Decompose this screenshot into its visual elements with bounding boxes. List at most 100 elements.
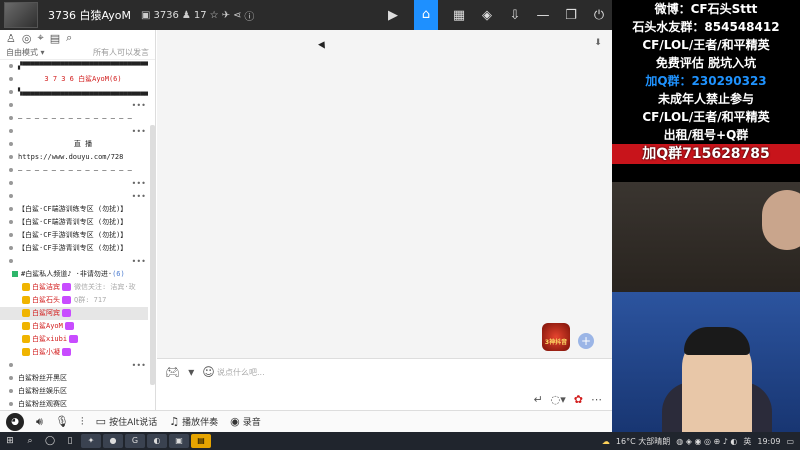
plane-icon[interactable]: ✈ bbox=[222, 10, 230, 21]
user-row[interactable]: 白鲨xiubi bbox=[0, 333, 148, 346]
streamer-hair bbox=[684, 327, 750, 355]
ime-icon[interactable]: 英 bbox=[743, 436, 751, 447]
room-avatar[interactable] bbox=[4, 2, 38, 28]
channel-row[interactable]: 【白鲨·CF手游青训专区 (勿扰)】 bbox=[0, 242, 148, 255]
accompaniment-button[interactable]: ♫ 播放伴奏 bbox=[169, 415, 218, 428]
user-row[interactable]: 白鲨AyoM bbox=[0, 320, 148, 333]
channel-row[interactable]: 直 播 bbox=[0, 138, 148, 151]
fan-channel-row[interactable]: 白鲨粉丝观赛区 bbox=[0, 398, 148, 410]
mic-button[interactable]: 🎙︎ bbox=[55, 415, 69, 428]
share-icon[interactable]: ⋖ bbox=[233, 10, 241, 21]
gamepad-icon[interactable]: 🎮︎ bbox=[165, 365, 180, 379]
fan-channel-row[interactable]: 白鲨粉丝娱乐区 bbox=[0, 385, 148, 398]
channel-row[interactable]: ••• bbox=[0, 125, 148, 138]
taskbar-app-active[interactable]: ▤ bbox=[191, 434, 211, 448]
gamepad-icon[interactable]: ◈ bbox=[480, 8, 494, 23]
chevron-down-icon[interactable]: ▾ bbox=[188, 365, 194, 379]
fan-channel-row[interactable]: ••• bbox=[0, 359, 148, 372]
user-row[interactable]: 白鲨洁宾 微信关注: 洁宾·玫 bbox=[0, 281, 148, 294]
minimize-icon[interactable]: — bbox=[536, 8, 550, 23]
user-row[interactable]: 白鲨小凝 bbox=[0, 346, 148, 359]
power-icon[interactable]: ⏻ bbox=[592, 8, 606, 23]
notification-icon[interactable]: ▭ bbox=[786, 437, 794, 446]
fan-channel-row[interactable]: 白鲨粉丝开黑区 bbox=[0, 372, 148, 385]
send-tools: ↵ ◌▾ ✿ ⋯ bbox=[533, 393, 602, 406]
task-view-icon[interactable]: ◯ bbox=[40, 436, 60, 446]
download-icon[interactable]: ⇩ bbox=[508, 8, 522, 23]
channel-row[interactable]: — — — — — — — — — — — — — — bbox=[0, 112, 148, 125]
more-icon[interactable]: ••• bbox=[132, 190, 146, 203]
headset-icon[interactable]: ◎ bbox=[22, 32, 32, 45]
location-icon[interactable]: ⌖ bbox=[37, 31, 43, 45]
speaker-button[interactable]: 🔊︎ bbox=[36, 415, 43, 429]
channel-row[interactable]: 【白鲨·CF端游青训专区 (勿扰)】 bbox=[0, 216, 148, 229]
tray-icons[interactable]: ◍ ◈ ◉ ◎ ⊕ ♪ ◐ bbox=[676, 437, 737, 446]
taskview-icon[interactable]: ▯ bbox=[60, 436, 80, 446]
star-icon[interactable]: ☆ bbox=[210, 10, 219, 21]
search-icon[interactable]: ⌕ bbox=[20, 436, 40, 446]
search-icon[interactable]: ⌕ bbox=[66, 31, 72, 45]
channel-row[interactable]: 【白鲨·CF手游训练专区 (勿扰)】 bbox=[0, 229, 148, 242]
game-badge[interactable]: 3神抖音 bbox=[542, 323, 570, 351]
grid-icon[interactable]: ▦ bbox=[452, 8, 466, 23]
flower-icon[interactable]: ✿ bbox=[574, 393, 583, 406]
channel-row[interactable]: ••• bbox=[0, 255, 148, 268]
more-icon[interactable]: ••• bbox=[132, 125, 146, 138]
more-icon[interactable]: ••• bbox=[132, 255, 146, 268]
channel-row[interactable]: 3 7 3 6 白鲨AyoM(6) bbox=[0, 73, 148, 86]
vip-tag-icon bbox=[64, 322, 74, 330]
channel-row[interactable]: ▚▄▄▄▄▄▄▄▄▄▄▄▄▄▄▄▄▄▄▄▄▄▄▄▄▄▄▄▄▄▄▄▞ bbox=[0, 86, 148, 99]
more-icon[interactable]: ••• bbox=[132, 359, 146, 372]
taskbar-app-5[interactable]: ▣ bbox=[169, 434, 189, 448]
add-button[interactable]: + bbox=[578, 333, 594, 349]
enter-icon[interactable]: ↵ bbox=[533, 393, 542, 406]
private-channel-group[interactable]: #白鲨私人频道♪ ·非请勿进·(6) bbox=[0, 268, 148, 281]
user-count-icon: ♟ bbox=[181, 9, 191, 21]
channel-scrollbar[interactable] bbox=[150, 125, 155, 385]
record-button[interactable]: ◉ 录音 bbox=[230, 415, 261, 428]
taskbar-app-4[interactable]: ◐ bbox=[147, 434, 167, 448]
scroll-down-icon[interactable]: ⬇ bbox=[592, 38, 604, 50]
channel-row[interactable]: https://www.douyu.com/728 bbox=[0, 151, 148, 164]
mode-selector[interactable]: 自由模式 ▾ bbox=[6, 47, 45, 58]
emoji-icon[interactable]: ☺ bbox=[202, 365, 215, 379]
user-badge-icon bbox=[22, 322, 30, 330]
channel-row[interactable]: 【白鲨·CF端游训练专区 (勿扰)】 bbox=[0, 203, 148, 216]
user-name: 白鲨AyoM bbox=[32, 322, 63, 330]
push-to-talk-button[interactable]: ▭ 按住Alt说话 bbox=[96, 415, 158, 428]
home-icon[interactable]: ⌂ bbox=[414, 0, 438, 30]
more-icon[interactable]: ••• bbox=[132, 177, 146, 190]
more-icon[interactable]: ⋯ bbox=[591, 393, 602, 406]
panda-avatar-icon[interactable]: ◕ bbox=[6, 412, 24, 431]
mixer-button[interactable]: ⫶ bbox=[81, 415, 84, 429]
channel-row[interactable]: ••• bbox=[0, 99, 148, 112]
room-id: 3736 bbox=[153, 9, 179, 21]
stream-overlay: 微博：CF石头Sttt 石头水友群：854548412 CF/LOL/王者/和平精英… bbox=[612, 0, 800, 182]
person-icon[interactable]: ♙ bbox=[6, 32, 16, 45]
speaker-icon: 🔊︎ bbox=[36, 414, 43, 428]
taskbar-app-3[interactable]: G bbox=[125, 434, 145, 448]
taskbar-app-1[interactable]: ✦ bbox=[81, 434, 101, 448]
chat-bubble-icon[interactable]: ◌▾ bbox=[551, 393, 566, 406]
overlay-line: 加Q群715628785 bbox=[612, 144, 800, 164]
message-input[interactable]: 说点什么吧... bbox=[217, 367, 265, 378]
overlay-line: 加Q群：230290323 bbox=[645, 74, 767, 88]
channel-row[interactable]: — — — — — — — — — — — — — — bbox=[0, 164, 148, 177]
channel-row[interactable]: ••• bbox=[0, 190, 148, 203]
vip-tag-icon bbox=[62, 348, 71, 356]
channel-dot bbox=[9, 259, 13, 263]
user-row[interactable]: 白鲨阿宾 bbox=[0, 307, 148, 320]
restore-icon[interactable]: ❐ bbox=[564, 8, 578, 23]
taskbar-app-2[interactable]: ● bbox=[103, 434, 123, 448]
more-icon[interactable]: ••• bbox=[132, 99, 146, 112]
info-icon[interactable]: ⓘ bbox=[244, 8, 254, 23]
channel-row[interactable]: ▞▀▀▀▀▀▀▀▀▀▀▀▀▀▀▀▀▀▀▀▀▀▀▀▀▀▀▀▀▀▀▀▚ bbox=[0, 60, 148, 73]
user-row[interactable]: 白鲨石头 Q群: 717 bbox=[0, 294, 148, 307]
overlay-line: 石头水友群：854548412 bbox=[632, 20, 780, 34]
grid-icon[interactable]: ▤ bbox=[50, 32, 60, 45]
channel-row[interactable]: ••• bbox=[0, 177, 148, 190]
overlay-line: 免费评估 脱坑入坑 bbox=[655, 56, 757, 70]
channel-dot bbox=[9, 142, 13, 146]
windows-start-icon[interactable]: ⊞ bbox=[0, 436, 20, 446]
video-icon[interactable]: ▶ bbox=[386, 8, 400, 23]
